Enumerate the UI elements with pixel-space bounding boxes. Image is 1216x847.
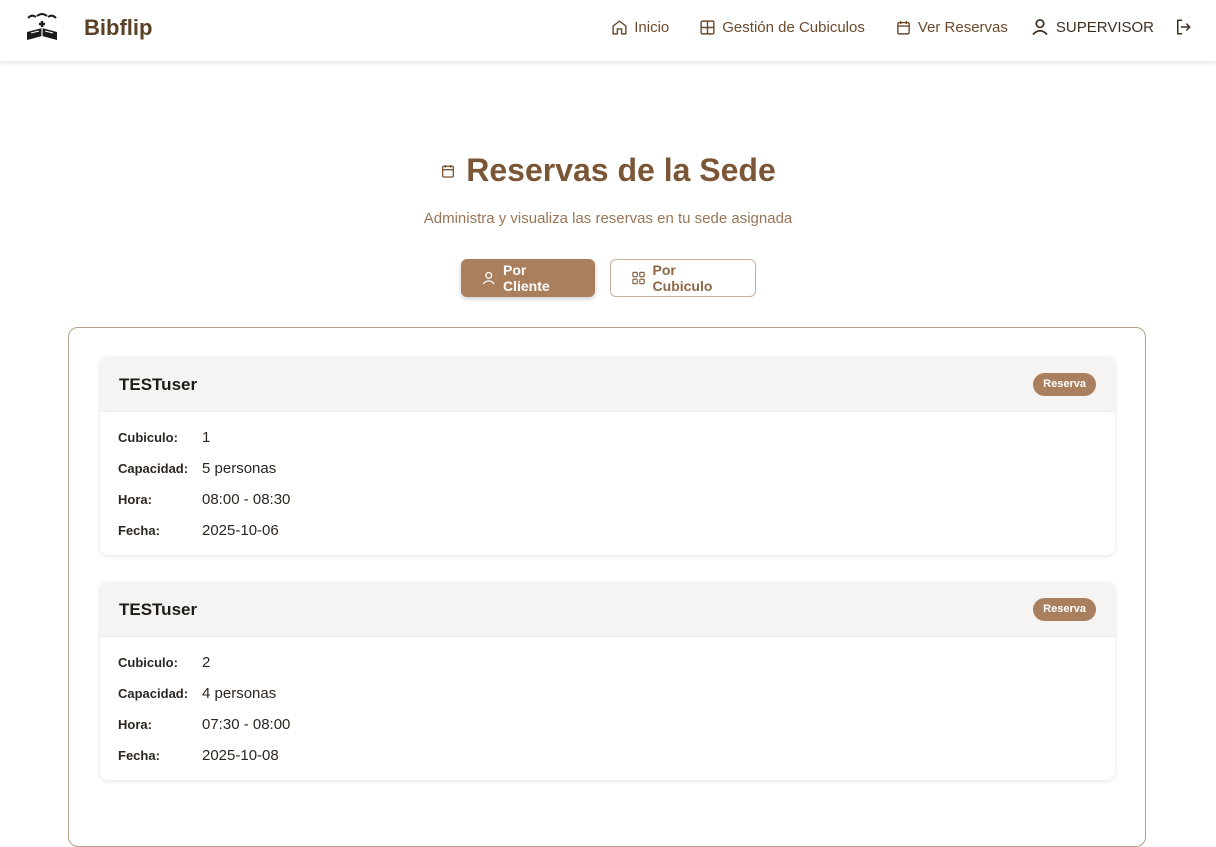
logout-button[interactable] — [1174, 18, 1198, 36]
nav-item-label: Ver Reservas — [917, 18, 1008, 36]
field-hora: Hora: 07:30 - 08:00 — [118, 716, 290, 733]
field-label: Capacidad: — [118, 461, 189, 476]
user-menu[interactable]: SUPERVISOR — [1030, 17, 1154, 37]
reservations-panel: TESTuser Reserva Cubiculo: 1 Capacidad: … — [68, 327, 1146, 847]
calendar-icon — [896, 20, 910, 35]
card-header: TESTuser Reserva — [100, 357, 1115, 412]
tab-label: Por Cliente — [502, 262, 550, 294]
field-value: 2025-10-06 — [202, 522, 279, 539]
open-book-logo-icon — [27, 13, 57, 40]
reservation-card: TESTuser Reserva Cubiculo: 2 Capacidad: … — [100, 582, 1115, 780]
main-nav: Inicio Gestión de Cubiculos Ver Reservas… — [611, 17, 1198, 37]
field-capacidad: Capacidad: 5 personas — [118, 460, 276, 477]
nav-item-gestion-cubiculos[interactable]: Gestión de Cubiculos — [699, 19, 865, 36]
brand-name: Bibflip — [84, 15, 153, 40]
grid-icon — [631, 271, 645, 285]
field-value: 2025-10-08 — [202, 747, 279, 764]
field-fecha: Fecha: 2025-10-06 — [118, 522, 279, 539]
field-label: Fecha: — [118, 748, 160, 763]
field-value: 08:00 - 08:30 — [202, 491, 291, 508]
tab-por-cubiculo[interactable]: Por Cubiculo — [609, 259, 756, 297]
field-value: 07:30 - 08:00 — [202, 716, 291, 733]
brand[interactable]: Bibflip — [24, 12, 152, 44]
page-header: Reservas de la Sede — [0, 152, 1216, 189]
field-value: 5 personas — [202, 460, 277, 477]
nav-item-inicio[interactable]: Inicio — [611, 19, 669, 36]
reservation-card: TESTuser Reserva Cubiculo: 1 Capacidad: … — [100, 357, 1115, 555]
field-label: Hora: — [118, 717, 152, 732]
user-icon — [482, 271, 495, 285]
user-icon — [1032, 19, 1048, 36]
field-label: Fecha: — [118, 523, 160, 538]
status-badge: Reserva — [1033, 598, 1096, 621]
field-capacidad: Capacidad: 4 personas — [118, 685, 276, 702]
field-value: 4 personas — [202, 685, 277, 702]
nav-item-label: Gestión de Cubiculos — [722, 18, 865, 36]
page-subtitle: Administra y visualiza las reservas en t… — [423, 210, 793, 227]
field-cubiculo: Cubiculo: 1 — [118, 429, 210, 446]
card-header: TESTuser Reserva — [100, 582, 1115, 637]
field-label: Capacidad: — [118, 686, 189, 701]
calendar-icon — [442, 164, 455, 178]
field-label: Hora: — [118, 492, 152, 507]
field-label: Cubiculo: — [118, 655, 178, 670]
field-label: Cubiculo: — [118, 430, 178, 445]
grid-icon — [700, 19, 715, 35]
field-hora: Hora: 08:00 - 08:30 — [118, 491, 290, 508]
user-label: SUPERVISOR — [1055, 18, 1154, 36]
view-toggle: Por Cliente Por Cubiculo — [0, 259, 1216, 297]
client-name: TESTuser — [119, 375, 198, 394]
nav-item-label: Inicio — [634, 18, 670, 36]
home-icon — [612, 19, 627, 35]
page-title: Reservas de la Sede — [466, 152, 776, 188]
field-cubiculo: Cubiculo: 2 — [118, 654, 210, 671]
top-navbar: Bibflip Inicio Gestión de Cubiculos Ver … — [0, 0, 1216, 62]
field-value: 2 — [202, 654, 211, 671]
client-name: TESTuser — [119, 600, 198, 619]
logout-icon — [1177, 19, 1191, 35]
field-fecha: Fecha: 2025-10-08 — [118, 747, 279, 764]
tab-por-cliente[interactable]: Por Cliente — [460, 259, 595, 297]
nav-item-ver-reservas[interactable]: Ver Reservas — [895, 19, 1008, 36]
field-value: 1 — [202, 429, 211, 446]
tab-label: Por Cubiculo — [652, 262, 713, 294]
status-badge: Reserva — [1033, 373, 1096, 396]
